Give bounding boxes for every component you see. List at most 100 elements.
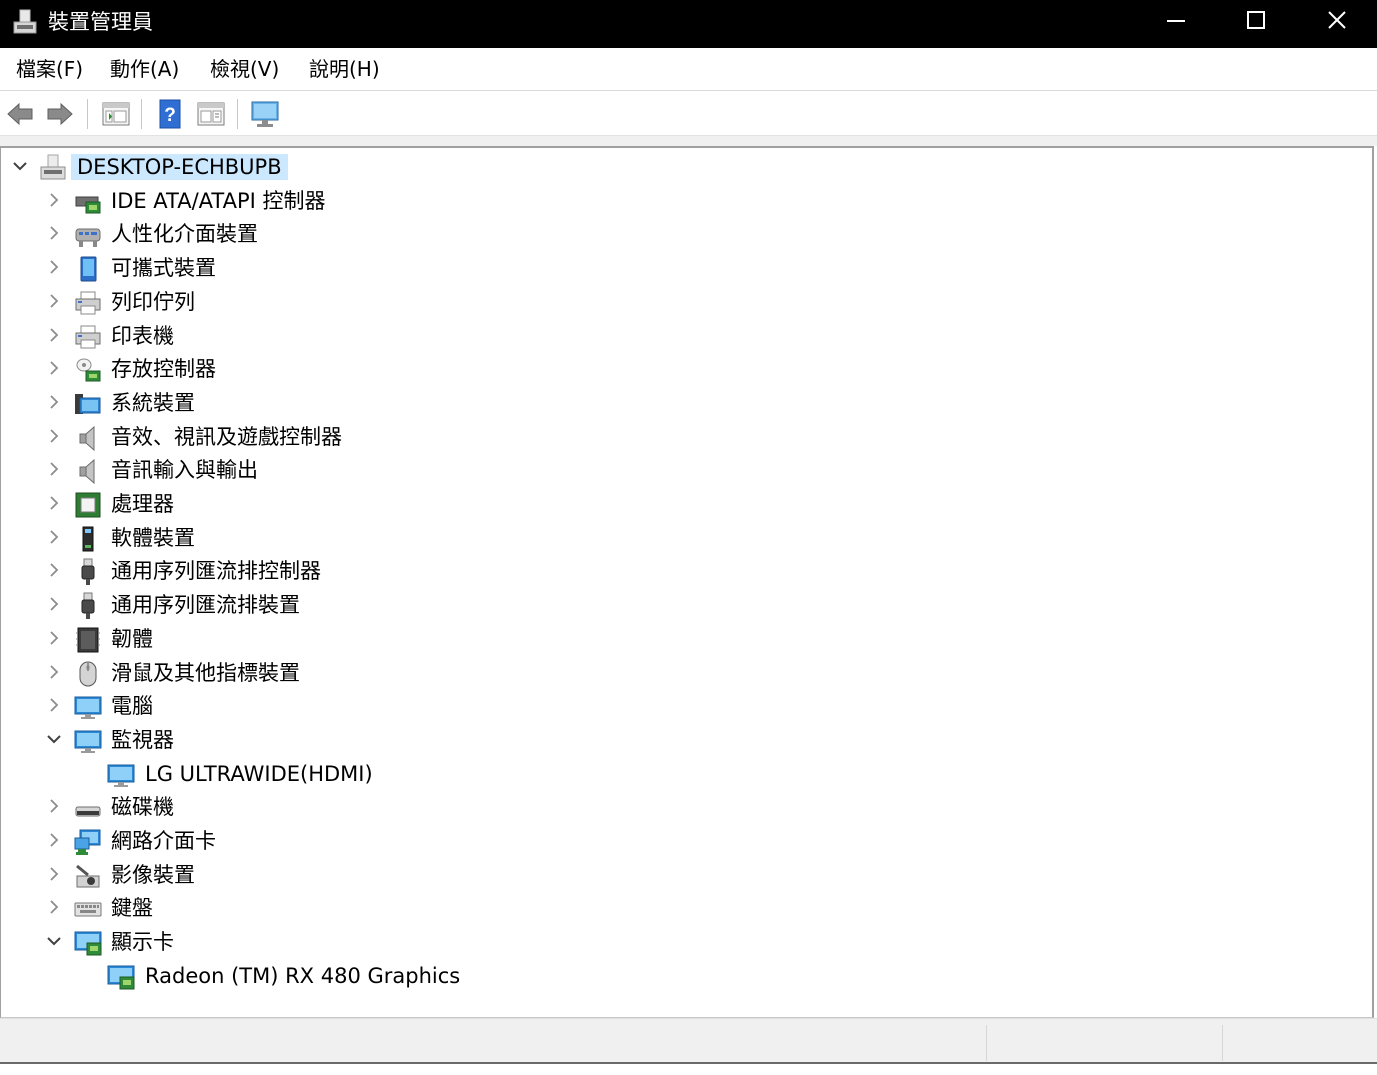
computer-icon: [39, 154, 67, 182]
chevron-right-icon[interactable]: [45, 191, 63, 209]
printer-icon: [74, 323, 102, 351]
chevron-right-icon[interactable]: [45, 326, 63, 344]
chevron-right-icon[interactable]: [45, 663, 63, 681]
tree-category-node[interactable]: 監視器: [1, 724, 1371, 756]
tree-category-node[interactable]: 磁碟機: [1, 791, 1371, 823]
chevron-down-icon[interactable]: [11, 157, 29, 175]
chevron-right-icon[interactable]: [45, 696, 63, 714]
tree-category-node[interactable]: 電腦: [1, 690, 1371, 722]
view-icon[interactable]: [196, 99, 226, 129]
menu-bar: 檔案(F) 動作(A) 檢視(V) 說明(H): [0, 48, 1377, 91]
toolbar: ?: [0, 91, 1377, 136]
tree-category-node[interactable]: 可攜式裝置: [1, 252, 1371, 284]
maximize-button[interactable]: [1216, 0, 1296, 40]
tree-category-node[interactable]: 人性化介面裝置: [1, 218, 1371, 250]
tree-device-node[interactable]: Radeon (TM) RX 480 Graphics: [1, 960, 1371, 992]
chevron-right-icon[interactable]: [45, 528, 63, 546]
tree-category-node[interactable]: IDE ATA/ATAPI 控制器: [1, 185, 1371, 217]
chevron-down-icon[interactable]: [45, 730, 63, 748]
category-label: 影像裝置: [111, 862, 195, 887]
keyboard-icon: [74, 895, 102, 923]
monitor-scan-icon[interactable]: [250, 99, 280, 129]
chevron-right-icon[interactable]: [45, 797, 63, 815]
chevron-right-icon[interactable]: [45, 561, 63, 579]
menu-file[interactable]: 檔案(F): [16, 57, 83, 81]
category-label: IDE ATA/ATAPI 控制器: [111, 188, 326, 213]
category-label: 監視器: [111, 727, 174, 752]
chevron-right-icon[interactable]: [45, 494, 63, 512]
help-icon[interactable]: ?: [155, 99, 185, 129]
tree-category-node[interactable]: 通用序列匯流排裝置: [1, 589, 1371, 621]
software-device-icon: [74, 525, 102, 553]
monitor-icon: [107, 761, 135, 789]
firmware-icon: [74, 626, 102, 654]
ide-controller-icon: [74, 188, 102, 216]
tree-category-node[interactable]: 網路介面卡: [1, 825, 1371, 857]
tree-root-node[interactable]: DESKTOP-ECHBUPB: [1, 151, 1371, 183]
network-adapter-icon: [74, 828, 102, 856]
category-label: 通用序列匯流排控制器: [111, 559, 321, 584]
tree-category-node[interactable]: 韌體: [1, 623, 1371, 655]
forward-arrow-icon[interactable]: [45, 99, 75, 129]
device-label: Radeon (TM) RX 480 Graphics: [145, 963, 461, 988]
svg-text:?: ?: [164, 105, 176, 126]
toolbar-gap: [0, 136, 1377, 146]
tree-category-node[interactable]: 音訊輸入與輸出: [1, 454, 1371, 486]
category-label: 網路介面卡: [111, 829, 216, 853]
category-label: 處理器: [111, 492, 174, 516]
tree-category-node[interactable]: 影像裝置: [1, 859, 1371, 891]
menu-view[interactable]: 檢視(V): [210, 57, 279, 81]
tree-category-node[interactable]: 顯示卡: [1, 926, 1371, 958]
category-label: 鍵盤: [111, 896, 153, 921]
hid-icon: [74, 221, 102, 249]
chevron-right-icon[interactable]: [45, 258, 63, 276]
chevron-right-icon[interactable]: [45, 831, 63, 849]
chevron-right-icon[interactable]: [45, 898, 63, 916]
chevron-right-icon[interactable]: [45, 865, 63, 883]
menu-help[interactable]: 說明(H): [309, 57, 380, 81]
category-label: 存放控制器: [111, 357, 216, 382]
chevron-right-icon[interactable]: [45, 224, 63, 242]
display-adapter-icon: [74, 929, 102, 957]
category-label: 顯示卡: [111, 930, 174, 955]
device-manager-app-icon: [13, 9, 37, 34]
portable-device-icon: [74, 255, 102, 283]
toolbar-separator: [141, 99, 142, 129]
back-arrow-icon[interactable]: [5, 99, 35, 129]
tree-category-node[interactable]: 滑鼠及其他指標裝置: [1, 657, 1371, 689]
tree-category-node[interactable]: 印表機: [1, 320, 1371, 352]
device-tree[interactable]: DESKTOP-ECHBUPB IDE ATA/ATAPI 控制器人性化介面裝置可…: [0, 146, 1374, 1018]
tree-category-node[interactable]: 處理器: [1, 488, 1371, 520]
tree-category-node[interactable]: 系統裝置: [1, 387, 1371, 419]
chevron-right-icon[interactable]: [45, 595, 63, 613]
tree-device-node[interactable]: LG ULTRAWIDE(HDMI): [1, 758, 1371, 790]
desktop-strip: [0, 1064, 1377, 1075]
minimize-button[interactable]: [1136, 0, 1216, 40]
chevron-right-icon[interactable]: [45, 427, 63, 445]
chevron-right-icon[interactable]: [45, 629, 63, 647]
chevron-right-icon[interactable]: [45, 460, 63, 478]
window-title: 裝置管理員: [48, 10, 153, 34]
menu-action[interactable]: 動作(A): [110, 57, 179, 81]
chevron-right-icon[interactable]: [45, 359, 63, 377]
tree-category-node[interactable]: 通用序列匯流排控制器: [1, 555, 1371, 587]
tree-category-node[interactable]: 軟體裝置: [1, 522, 1371, 554]
category-label: 通用序列匯流排裝置: [111, 593, 300, 618]
title-bar[interactable]: 裝置管理員: [0, 0, 1377, 48]
maximize-icon: [1247, 11, 1265, 29]
category-label: 軟體裝置: [111, 525, 195, 550]
chevron-right-icon[interactable]: [45, 393, 63, 411]
tree-category-node[interactable]: 音效、視訊及遊戲控制器: [1, 421, 1371, 453]
tree-category-node[interactable]: 存放控制器: [1, 353, 1371, 385]
category-label: 音效、視訊及遊戲控制器: [111, 424, 342, 449]
storage-controller-icon: [74, 356, 102, 384]
close-button[interactable]: [1297, 0, 1377, 40]
chevron-down-icon[interactable]: [45, 932, 63, 950]
toolbar-separator: [87, 99, 88, 129]
properties-icon[interactable]: [101, 99, 131, 129]
category-label: 列印佇列: [111, 289, 195, 314]
tree-category-node[interactable]: 鍵盤: [1, 892, 1371, 924]
root-label: DESKTOP-ECHBUPB: [71, 154, 288, 180]
chevron-right-icon[interactable]: [45, 292, 63, 310]
tree-category-node[interactable]: 列印佇列: [1, 286, 1371, 318]
